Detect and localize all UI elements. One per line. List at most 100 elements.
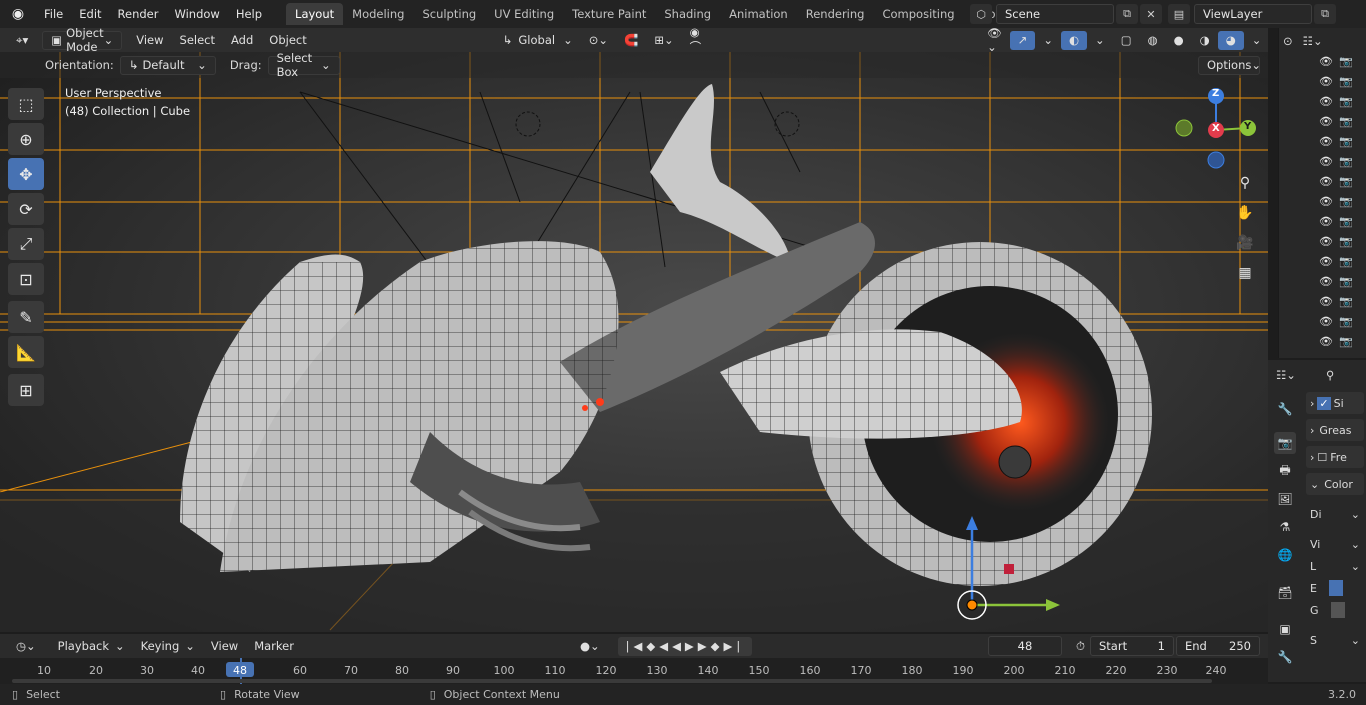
zoom-icon[interactable]: ⚲: [1232, 170, 1258, 196]
tab-uv-editing[interactable]: UV Editing: [485, 3, 563, 25]
rotate-icon[interactable]: ⟳: [8, 193, 44, 225]
end-frame-field[interactable]: End 250: [1176, 636, 1260, 656]
menu-window[interactable]: Window: [166, 7, 227, 21]
timeline-editor-icon[interactable]: ◷⌄: [8, 637, 44, 656]
options-dropdown[interactable]: Options ⌄: [1198, 55, 1261, 75]
jump-start-icon[interactable]: |◀: [626, 639, 647, 653]
menu-object[interactable]: Object: [261, 31, 314, 50]
next-keyframe-icon[interactable]: ▶◆: [698, 639, 724, 653]
play-icon[interactable]: ▶: [685, 639, 698, 653]
collection-properties-icon[interactable]: 🗃: [1274, 582, 1296, 604]
timeline-view-menu[interactable]: View: [203, 637, 246, 656]
eye-icon[interactable]: 👁: [1319, 335, 1333, 348]
eye-icon[interactable]: 👁: [1319, 175, 1333, 188]
tab-shading[interactable]: Shading: [655, 3, 720, 25]
camera-icon[interactable]: 📷: [1339, 335, 1353, 348]
camera-icon[interactable]: 📷: [1339, 95, 1353, 108]
modifier-properties-icon[interactable]: 🔧: [1274, 646, 1296, 668]
material-shading-icon[interactable]: ◑: [1192, 31, 1218, 50]
menu-file[interactable]: File: [36, 7, 71, 21]
3d-viewport[interactable]: User Perspective (48) Collection | Cube …: [0, 52, 1268, 632]
eye-icon[interactable]: 👁: [1319, 315, 1333, 328]
eye-icon[interactable]: 👁: [1319, 195, 1333, 208]
overlay-dropdown-icon[interactable]: ⌄: [1087, 31, 1113, 50]
wireframe-shading-icon[interactable]: ◍: [1140, 31, 1166, 50]
visibility-icon[interactable]: 👁⌄: [979, 26, 1010, 54]
select-box-icon[interactable]: ⬚: [8, 88, 44, 120]
chevron-down-icon[interactable]: ⌄: [1351, 560, 1360, 573]
xray-icon[interactable]: ▢: [1113, 31, 1140, 50]
eye-icon[interactable]: 👁: [1319, 235, 1333, 248]
drag-select[interactable]: Select Box ⌄: [267, 51, 340, 79]
eye-icon[interactable]: 👁: [1319, 215, 1333, 228]
scene-name-field[interactable]: Scene: [996, 4, 1114, 24]
camera-icon[interactable]: 📷: [1339, 215, 1353, 228]
gizmo-dropdown-icon[interactable]: ⌄: [1035, 31, 1061, 50]
viewlayer-icon[interactable]: ▤: [1168, 4, 1190, 24]
delete-scene-icon[interactable]: ✕: [1140, 4, 1162, 24]
rendered-shading-icon[interactable]: ◕: [1217, 30, 1244, 50]
gizmo-toggle-icon[interactable]: ↗: [1009, 30, 1036, 50]
scale-icon[interactable]: ⤢: [8, 228, 44, 260]
pivot-point-icon[interactable]: ⊙⌄: [581, 31, 616, 50]
proportional-edit-icon[interactable]: ◉ ⌒: [682, 25, 710, 54]
solid-shading-icon[interactable]: ●: [1166, 31, 1192, 50]
move-icon[interactable]: ✥: [8, 158, 44, 190]
timeline-ruler[interactable]: 10 20 30 40 48 60 70 80 90 100 110 120 1…: [0, 658, 1268, 684]
play-reverse-icon[interactable]: ◀: [672, 639, 685, 653]
overlay-toggle-icon[interactable]: ◐: [1061, 30, 1088, 50]
prop-row-simplify[interactable]: › ✓ Si: [1306, 392, 1364, 414]
camera-icon[interactable]: 📷: [1339, 295, 1353, 308]
tab-texture-paint[interactable]: Texture Paint: [563, 3, 655, 25]
exposure-slider[interactable]: [1328, 580, 1343, 596]
world-properties-icon[interactable]: 🌐: [1274, 544, 1296, 566]
object-properties-icon[interactable]: ▣: [1274, 618, 1296, 640]
menu-render[interactable]: Render: [110, 7, 167, 21]
properties-editor-icon[interactable]: ☷⌄: [1276, 368, 1296, 382]
eye-icon[interactable]: 👁: [1319, 135, 1333, 148]
camera-icon[interactable]: 📷: [1339, 135, 1353, 148]
prev-keyframe-icon[interactable]: ◆◀: [646, 639, 672, 653]
render-properties-icon[interactable]: 📷: [1274, 432, 1296, 454]
menu-help[interactable]: Help: [228, 7, 270, 21]
transform-icon[interactable]: ⊡: [8, 263, 44, 295]
display-mode-icon[interactable]: ☷⌄: [1303, 34, 1323, 48]
tab-animation[interactable]: Animation: [720, 3, 797, 25]
camera-icon[interactable]: 📷: [1339, 175, 1353, 188]
tab-layout[interactable]: Layout: [286, 3, 344, 25]
orientation-select[interactable]: ↳ Default ⌄: [119, 55, 216, 75]
editor-type-icon[interactable]: ⌖▾: [8, 31, 36, 50]
eye-icon[interactable]: 👁: [1319, 155, 1333, 168]
chevron-down-icon[interactable]: ⌄: [1351, 634, 1360, 647]
chevron-down-icon[interactable]: ⌄: [1351, 538, 1360, 551]
camera-icon[interactable]: 📷: [1339, 155, 1353, 168]
checkbox-checked-icon[interactable]: ✓: [1317, 396, 1331, 410]
camera-icon[interactable]: 📷: [1339, 115, 1353, 128]
tab-sculpting[interactable]: Sculpting: [413, 3, 485, 25]
prop-row-freestyle[interactable]: › ☐ Fre: [1306, 446, 1364, 468]
scene-properties-icon[interactable]: ⚗: [1274, 516, 1296, 538]
keying-menu[interactable]: Keying ⌄: [133, 637, 203, 656]
menu-select[interactable]: Select: [172, 31, 223, 50]
prop-row-grease[interactable]: › Greas: [1306, 419, 1364, 441]
eye-icon[interactable]: 👁: [1319, 75, 1333, 88]
add-cube-icon[interactable]: ⊞: [8, 374, 44, 406]
camera-icon[interactable]: 📷: [1339, 195, 1353, 208]
camera-icon[interactable]: 📷: [1339, 275, 1353, 288]
view-layer-properties-icon[interactable]: 🖼: [1274, 488, 1296, 510]
current-frame-field[interactable]: 48: [988, 636, 1062, 656]
menu-add[interactable]: Add: [223, 31, 261, 50]
new-scene-icon[interactable]: ⧉: [1116, 4, 1138, 24]
marker-menu[interactable]: Marker: [246, 637, 302, 656]
grid-ortho-icon[interactable]: ▦: [1232, 260, 1258, 286]
eye-icon[interactable]: 👁: [1319, 275, 1333, 288]
prop-row-color[interactable]: ⌄ Color: [1306, 473, 1364, 495]
camera-icon[interactable]: 📷: [1339, 315, 1353, 328]
tab-rendering[interactable]: Rendering: [797, 3, 874, 25]
timeline-scrollbar[interactable]: [12, 679, 1212, 683]
eye-icon[interactable]: 👁: [1319, 95, 1333, 108]
new-viewlayer-icon[interactable]: ⧉: [1314, 4, 1336, 24]
search-icon[interactable]: ⚲: [1326, 368, 1334, 382]
camera-icon[interactable]: 📷: [1339, 255, 1353, 268]
snap-target-icon[interactable]: ⊞⌄: [646, 31, 681, 50]
